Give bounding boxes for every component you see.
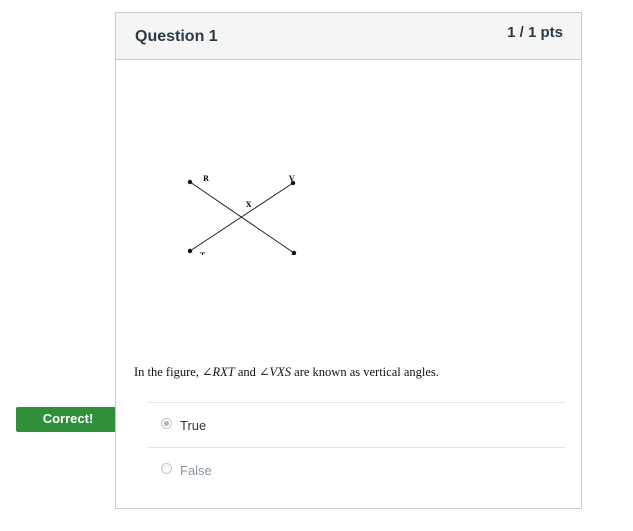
question-card: Question 1 1 / 1 pts R V X T S In the fi…	[115, 12, 582, 509]
question-points: 1 / 1 pts	[507, 24, 563, 41]
radio-false[interactable]	[161, 463, 172, 474]
correct-answer-flag: Correct!	[16, 407, 129, 432]
question-text: In the figure, ∠RXT and ∠VXS are known a…	[134, 364, 439, 380]
vertical-angles-figure: R V X T S	[187, 174, 297, 255]
question-text-middle: and	[234, 365, 260, 379]
angle-vxs: ∠VXS	[259, 365, 292, 379]
label-r: R	[203, 174, 209, 183]
answer-label-false: False	[180, 463, 212, 478]
answer-option-true[interactable]: True	[147, 402, 566, 447]
label-x: X	[246, 200, 252, 209]
answer-option-false[interactable]: False	[147, 447, 566, 492]
point-r	[187, 179, 193, 185]
question-text-after: are known as vertical angles.	[291, 365, 439, 379]
point-t	[187, 248, 193, 254]
label-s: S	[291, 252, 296, 255]
question-header: Question 1 1 / 1 pts	[116, 13, 581, 60]
angle-rxt: ∠RXT	[202, 365, 235, 379]
question-title: Question 1	[135, 28, 218, 45]
answer-label-true: True	[180, 418, 207, 433]
line-t-v	[189, 182, 294, 252]
radio-true[interactable]	[161, 418, 172, 429]
correct-label: Correct!	[42, 411, 94, 426]
label-v: V	[288, 174, 295, 183]
answer-list: True False	[147, 402, 566, 492]
question-text-before: In the figure,	[134, 365, 203, 379]
label-t: T	[200, 251, 206, 255]
